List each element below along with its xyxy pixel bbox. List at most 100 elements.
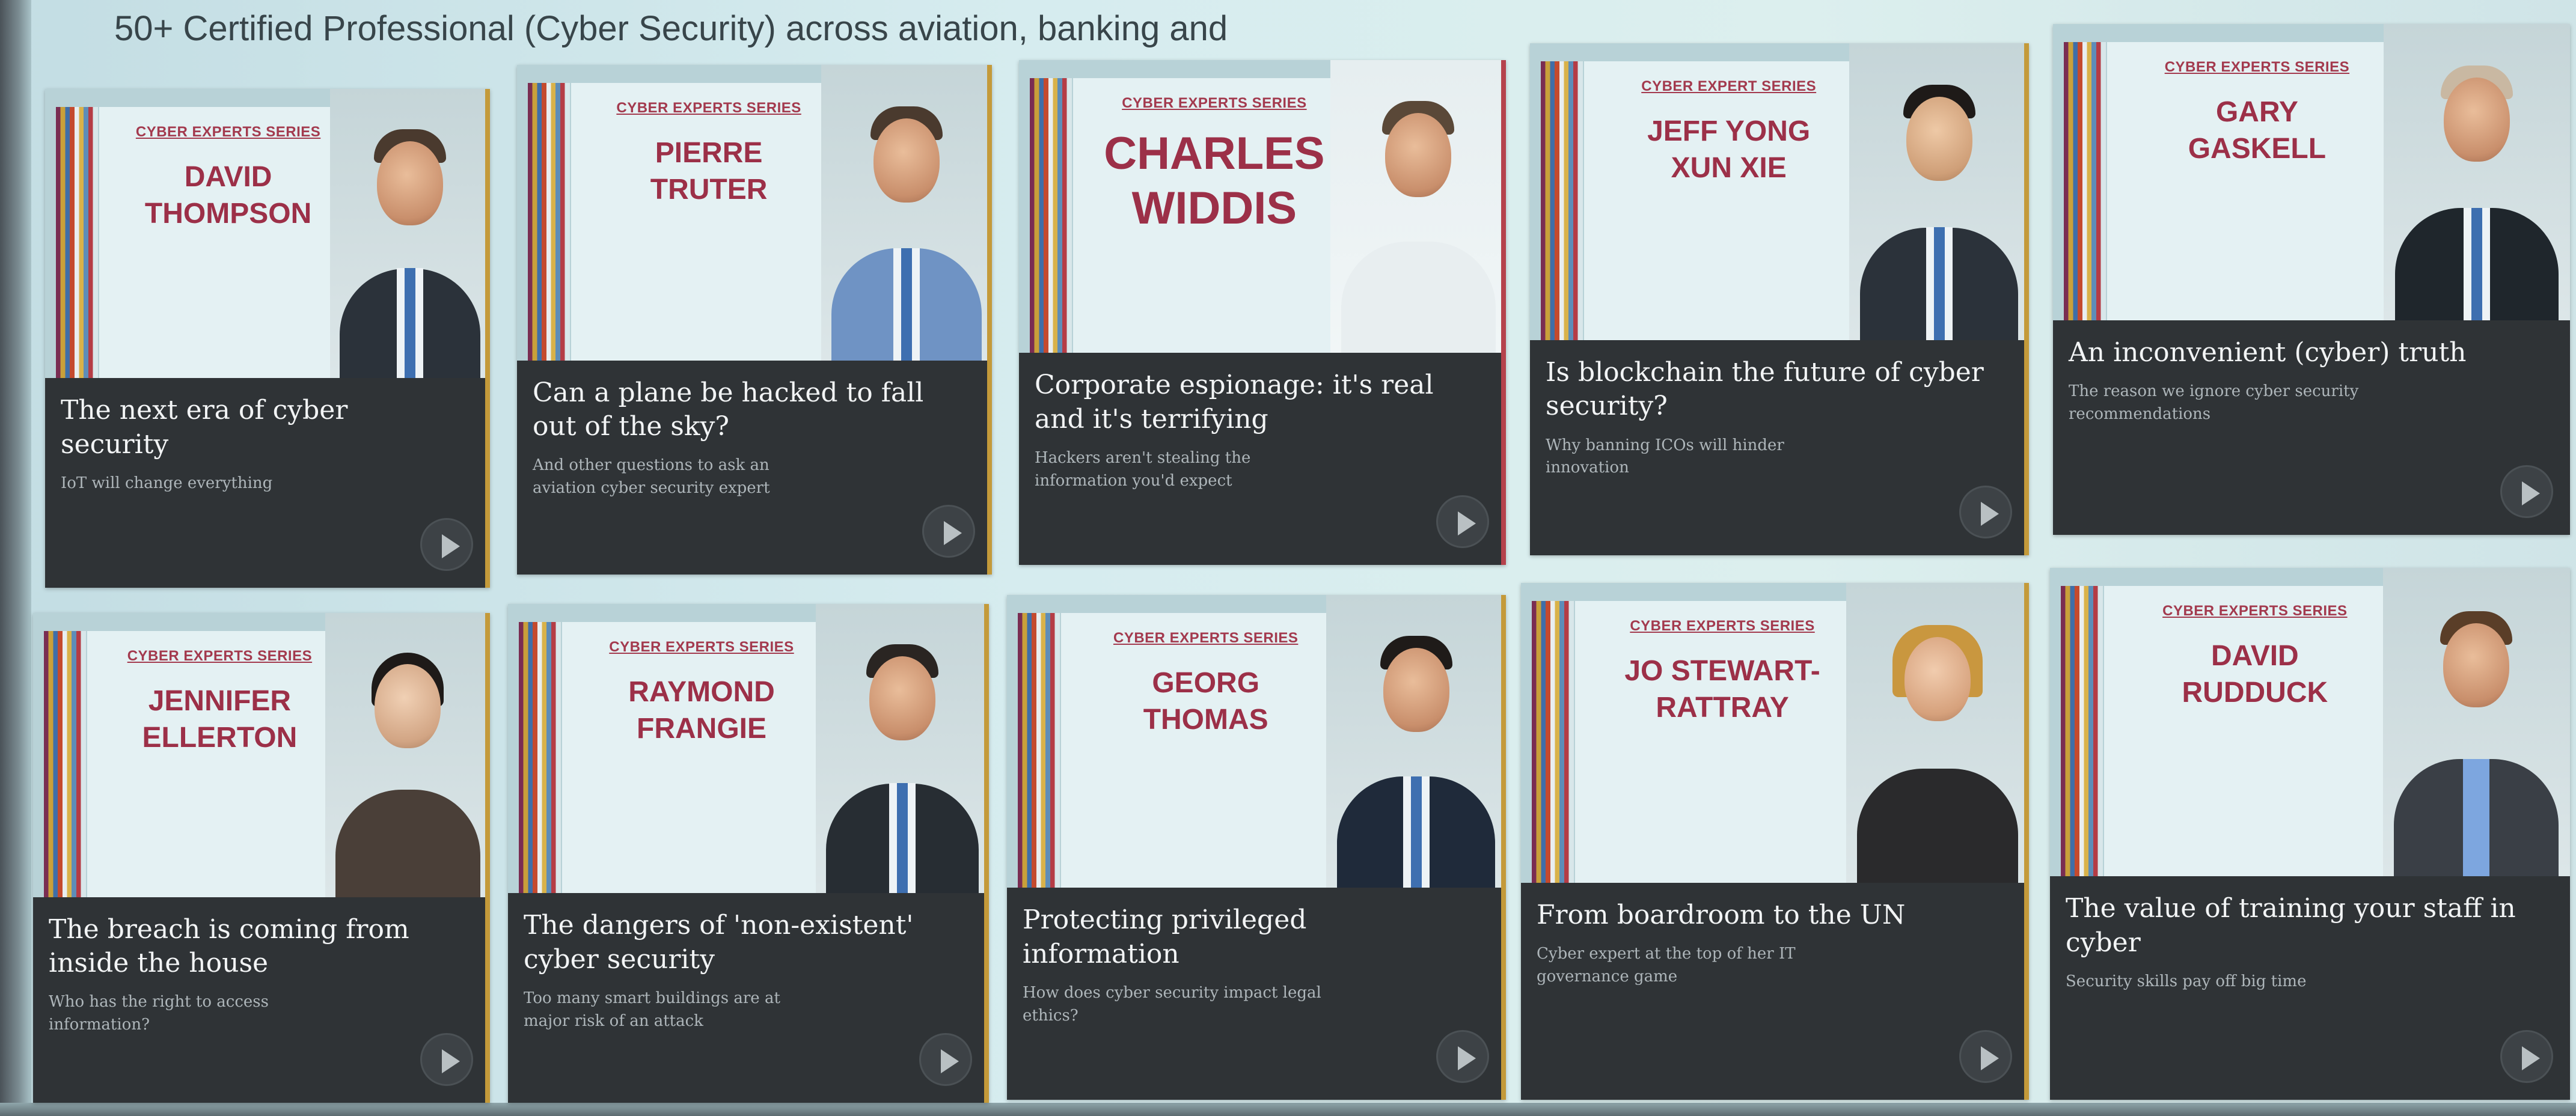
article-card-pierre-truter[interactable]: CYBER EXPERTS SERIES PIERRE TRUTER Can a… xyxy=(517,65,992,575)
article-subtitle: How does cyber security impact legal eth… xyxy=(1023,983,1321,1025)
series-stripes xyxy=(1532,601,1574,883)
play-button[interactable] xyxy=(1436,495,1489,548)
series-stripes xyxy=(519,622,561,894)
article-subtitle: And other questions to ask an aviation c… xyxy=(533,456,770,498)
article-card-jennifer-ellerton[interactable]: CYBER EXPERTS SERIES JENNIFER ELLERTON T… xyxy=(33,613,490,1103)
series-stripes xyxy=(2061,586,2103,877)
card-banner: CYBER EXPERTS SERIES GEORG THOMAS xyxy=(1007,595,1506,888)
expert-portrait xyxy=(1330,60,1506,353)
name-panel: CYBER EXPERTS SERIES GARY GASKELL xyxy=(2107,42,2407,320)
play-button[interactable] xyxy=(2500,465,2553,518)
series-stripes xyxy=(1030,78,1072,353)
expert-name: GEORG THOMAS xyxy=(1143,667,1268,736)
card-banner: CYBER EXPERTS SERIES DAVID THOMPSON xyxy=(45,89,490,379)
expert-name: DAVID RUDDUCK xyxy=(2182,640,2328,709)
article-subtitle: Why banning ICOs will hinder innovation xyxy=(1546,436,1784,477)
article-card-david-rudduck[interactable]: CYBER EXPERTS SERIES DAVID RUDDUCK The v… xyxy=(2050,568,2570,1100)
play-button[interactable] xyxy=(2500,1030,2553,1083)
series-tag: CYBER EXPERTS SERIES xyxy=(1630,618,1815,634)
expert-name: RAYMOND FRANGIE xyxy=(628,676,775,745)
series-tag: CYBER EXPERTS SERIES xyxy=(127,648,313,664)
expert-portrait xyxy=(1849,43,2029,341)
card-caption: The breach is coming from inside the hou… xyxy=(33,897,490,1103)
article-title[interactable]: Protecting privileged information xyxy=(1023,903,1468,971)
play-button[interactable] xyxy=(1959,1030,2012,1083)
article-title[interactable]: Is blockchain the future of cyber securi… xyxy=(1546,356,1991,424)
expert-name: JENNIFER ELLERTON xyxy=(142,685,298,754)
card-edge-accent xyxy=(984,604,989,1103)
card-caption: The dangers of 'non-existent' cyber secu… xyxy=(508,893,989,1103)
play-icon xyxy=(1981,502,1999,526)
article-card-david-thompson[interactable]: CYBER EXPERTS SERIES DAVID THOMPSON The … xyxy=(45,89,490,588)
article-title[interactable]: The value of training your staff in cybe… xyxy=(2066,892,2531,960)
series-tag: CYBER EXPERTS SERIES xyxy=(2162,603,2348,619)
slide-screen: 50+ Certified Professional (Cyber Securi… xyxy=(0,0,2576,1116)
card-banner: CYBER EXPERT SERIES JEFF YONG XUN XIE xyxy=(1530,43,2029,341)
play-icon xyxy=(1981,1046,1999,1070)
play-button[interactable] xyxy=(1959,486,2012,538)
article-subtitle: Hackers aren't stealing the information … xyxy=(1035,448,1251,490)
card-caption: Protecting privileged information How do… xyxy=(1007,888,1506,1100)
play-button[interactable] xyxy=(420,518,473,571)
article-title[interactable]: The breach is coming from inside the hou… xyxy=(49,913,454,981)
article-subtitle: Who has the right to access information? xyxy=(49,993,269,1034)
series-tag: CYBER EXPERT SERIES xyxy=(1641,78,1817,94)
card-banner: CYBER EXPERTS SERIES DAVID RUDDUCK xyxy=(2050,568,2570,877)
article-card-raymond-frangie[interactable]: CYBER EXPERTS SERIES RAYMOND FRANGIE The… xyxy=(508,604,989,1103)
screen-bottom-edge xyxy=(0,1103,2576,1116)
play-icon xyxy=(941,1049,959,1073)
card-banner: CYBER EXPERTS SERIES JENNIFER ELLERTON xyxy=(33,613,490,897)
series-tag: CYBER EXPERTS SERIES xyxy=(2164,59,2350,75)
article-card-jo-stewart-rattray[interactable]: CYBER EXPERTS SERIES JO STEWART- RATTRAY… xyxy=(1521,583,2029,1100)
expert-portrait xyxy=(816,604,989,894)
play-icon xyxy=(1458,511,1476,535)
expert-portrait xyxy=(1326,595,1506,888)
play-icon xyxy=(2522,1046,2540,1070)
article-title[interactable]: Corporate espionage: it's real and it's … xyxy=(1035,368,1469,436)
expert-name: GARY GASKELL xyxy=(2188,96,2327,165)
article-subtitle: IoT will change everything xyxy=(61,474,273,493)
play-button[interactable] xyxy=(919,1033,972,1086)
name-panel: CYBER EXPERTS SERIES JO STEWART- RATTRAY xyxy=(1575,601,1870,883)
series-stripes xyxy=(44,631,86,897)
play-button[interactable] xyxy=(922,505,975,558)
card-edge-accent xyxy=(485,89,490,588)
article-subtitle: The reason we ignore cyber security reco… xyxy=(2069,382,2359,423)
article-title[interactable]: An inconvenient (cyber) truth xyxy=(2069,336,2532,370)
screen-bezel xyxy=(0,0,31,1116)
article-title[interactable]: From boardroom to the UN xyxy=(1537,898,1990,932)
name-panel: CYBER EXPERTS SERIES CHARLES WIDDIS xyxy=(1073,78,1356,353)
expert-portrait xyxy=(2382,568,2570,877)
expert-portrait xyxy=(2384,24,2570,320)
article-card-jeff-yong-xun-xie[interactable]: CYBER EXPERT SERIES JEFF YONG XUN XIE Is… xyxy=(1530,43,2029,555)
card-caption: The next era of cyber security IoT will … xyxy=(45,378,490,588)
slide-headline: 50+ Certified Professional (Cyber Securi… xyxy=(114,9,1228,48)
card-edge-accent xyxy=(987,65,992,575)
card-banner: CYBER EXPERTS SERIES GARY GASKELL xyxy=(2053,24,2570,320)
expert-name: CHARLES WIDDIS xyxy=(1104,128,1325,234)
name-panel: CYBER EXPERTS SERIES GEORG THOMAS xyxy=(1061,613,1351,888)
expert-name: JEFF YONG XUN XIE xyxy=(1647,115,1811,184)
series-tag: CYBER EXPERTS SERIES xyxy=(1122,95,1307,111)
play-icon xyxy=(1458,1046,1476,1070)
play-icon xyxy=(944,521,962,545)
play-button[interactable] xyxy=(1436,1030,1489,1083)
card-banner: CYBER EXPERTS SERIES CHARLES WIDDIS xyxy=(1019,60,1506,353)
card-banner: CYBER EXPERTS SERIES PIERRE TRUTER xyxy=(517,65,992,361)
article-card-georg-thomas[interactable]: CYBER EXPERTS SERIES GEORG THOMAS Protec… xyxy=(1007,595,1506,1100)
card-caption: An inconvenient (cyber) truth The reason… xyxy=(2053,320,2570,535)
article-card-gary-gaskell[interactable]: CYBER EXPERTS SERIES GARY GASKELL An inc… xyxy=(2053,24,2570,535)
series-stripes xyxy=(56,107,98,379)
series-tag: CYBER EXPERTS SERIES xyxy=(135,124,321,140)
expert-name: JO STEWART- RATTRAY xyxy=(1624,655,1820,724)
card-caption: From boardroom to the UN Cyber expert at… xyxy=(1521,883,2029,1100)
article-title[interactable]: Can a plane be hacked to fall out of the… xyxy=(533,376,955,444)
article-title[interactable]: The next era of cyber security xyxy=(61,394,455,462)
series-tag: CYBER EXPERTS SERIES xyxy=(1113,630,1299,646)
article-card-charles-widdis[interactable]: CYBER EXPERTS SERIES CHARLES WIDDIS Corp… xyxy=(1019,60,1506,565)
play-button[interactable] xyxy=(420,1033,473,1086)
article-subtitle: Cyber expert at the top of her IT govern… xyxy=(1537,945,1796,986)
series-stripes xyxy=(528,83,570,361)
card-edge-accent xyxy=(485,613,490,1103)
article-title[interactable]: The dangers of 'non-existent' cyber secu… xyxy=(524,909,952,977)
